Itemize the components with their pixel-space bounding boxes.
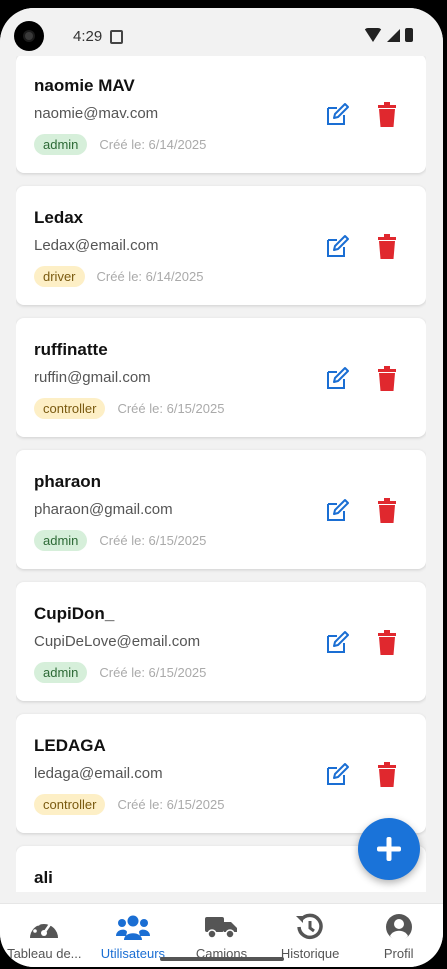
truck-icon [204,912,238,942]
nav-item-profile[interactable]: Profil [354,904,443,967]
nav-label: Utilisateurs [100,946,166,961]
wifi-icon [364,28,382,42]
profile-icon [382,912,416,942]
created-date: Créé le: 6/14/2025 [99,137,207,152]
role-badge: admin [34,134,88,155]
user-list[interactable]: naomie MAV naomie@mav.com admin Créé le:… [16,54,426,892]
users-icon [115,912,150,942]
user-email: pharaon@gmail.com [34,501,173,518]
trash-icon[interactable] [376,762,398,788]
status-bar: 4:29 [0,8,443,56]
role-badge: admin [34,530,88,551]
user-meta: admin Créé le: 6/15/2025 [34,530,206,551]
user-email: ledaga@email.com [34,765,163,782]
trash-icon[interactable] [376,366,398,392]
user-name: pharaon [34,472,102,491]
created-date: Créé le: 6/15/2025 [99,533,207,548]
status-time: 4:29 [73,28,103,45]
user-card: naomie MAV naomie@mav.com admin Créé le:… [16,54,426,173]
trash-icon[interactable] [376,234,398,260]
user-email: Ledax@email.com [34,237,159,254]
user-meta: admin Créé le: 6/15/2025 [34,662,206,683]
user-name: ruffinatte [34,340,108,359]
user-email: CupiDeLove@email.com [34,633,201,650]
user-card: ruffinatte ruffin@gmail.com controller C… [16,318,426,437]
user-email: naomie@mav.com [34,105,159,122]
edit-icon[interactable] [324,630,350,656]
user-name: LEDAGA [34,736,106,755]
nav-item-dashboard[interactable]: Tableau de... [0,904,89,967]
phone-screen: 4:29 naomie MAV naomie@mav.com admin Cré… [0,8,443,967]
user-name: Ledax [34,208,84,227]
user-name: naomie MAV [34,76,135,95]
user-meta: admin Créé le: 6/14/2025 [34,134,206,155]
nav-label: Historique [280,946,340,961]
trash-icon[interactable] [376,498,398,524]
dashboard-icon [27,912,61,942]
signal-icon [387,28,400,42]
trash-icon[interactable] [376,102,398,128]
plus-icon [377,837,401,861]
user-card: LEDAGA ledaga@email.com controller Créé … [16,714,426,833]
trash-icon[interactable] [376,630,398,656]
user-card: CupiDon_ CupiDeLove@email.com admin Créé… [16,582,426,701]
edit-icon[interactable] [324,234,350,260]
user-meta: driver Créé le: 6/14/2025 [34,266,203,287]
user-meta: controller Créé le: 6/15/2025 [34,398,224,419]
edit-icon[interactable] [324,498,350,524]
role-badge: admin [34,662,88,683]
role-badge: controller [34,398,106,419]
front-camera [14,21,44,51]
history-icon [293,912,327,942]
status-indicators [364,28,413,42]
user-name: CupiDon_ [34,604,115,623]
add-user-button[interactable] [358,818,420,880]
screen-icon [110,30,123,44]
nav-label: Tableau de... [7,946,82,961]
gesture-bar[interactable] [160,957,284,961]
role-badge: driver [34,266,85,287]
created-date: Créé le: 6/14/2025 [96,269,204,284]
user-email: ruffin@gmail.com [34,369,151,386]
edit-icon[interactable] [324,102,350,128]
edit-icon[interactable] [324,762,350,788]
role-badge: controller [34,794,106,815]
user-card: pharaon pharaon@gmail.com admin Créé le:… [16,450,426,569]
created-date: Créé le: 6/15/2025 [99,665,207,680]
created-date: Créé le: 6/15/2025 [117,797,225,812]
created-date: Créé le: 6/15/2025 [117,401,225,416]
user-card: Ledax Ledax@email.com driver Créé le: 6/… [16,186,426,305]
battery-icon [405,28,413,42]
edit-icon[interactable] [324,366,350,392]
user-name: ali [34,868,53,887]
user-meta: controller Créé le: 6/15/2025 [34,794,224,815]
nav-label: Profil [383,946,414,961]
